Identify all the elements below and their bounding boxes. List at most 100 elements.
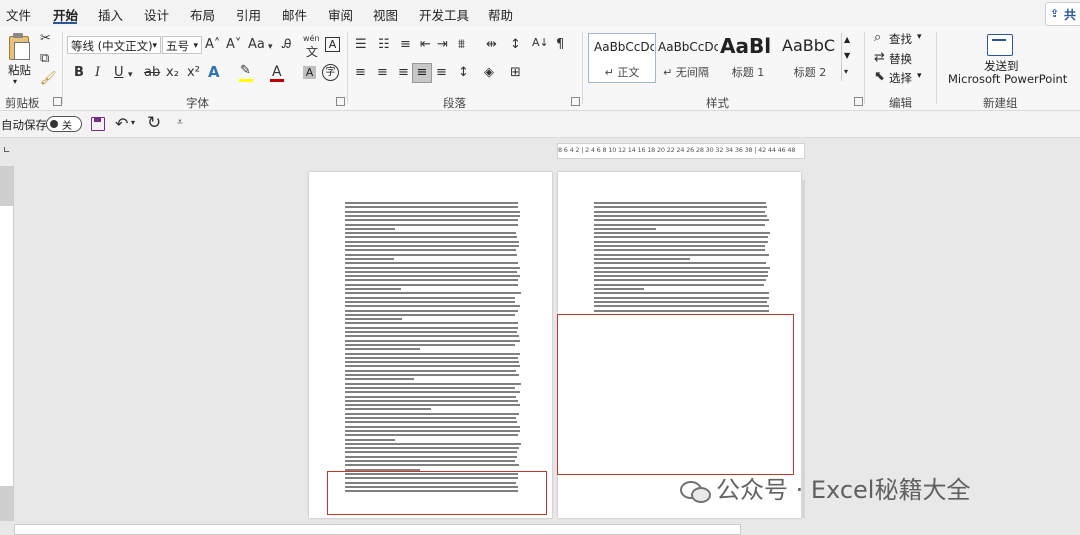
font-family-select[interactable]: 等线 (中文正文) ▾	[67, 36, 161, 54]
line-paragraph-spacing-icon[interactable]: ↕	[458, 66, 469, 80]
increase-indent-icon[interactable]: ⇥	[437, 38, 448, 52]
find-icon[interactable]: ⌕	[874, 31, 881, 45]
find-button[interactable]: 查找	[889, 31, 912, 47]
select-button[interactable]: 选择	[889, 70, 912, 86]
asian-layout-icon[interactable]: ⇹	[486, 38, 497, 52]
char-border-icon[interactable]: A	[325, 37, 340, 52]
highlight-box-page-1	[327, 471, 547, 515]
font-color-icon[interactable]: A	[272, 65, 282, 79]
cut-icon[interactable]: ✂	[40, 32, 51, 46]
line-spacing-icon[interactable]: ↕	[510, 38, 521, 52]
underline-icon[interactable]: U	[114, 66, 124, 80]
style-normal[interactable]: AaBbCcDc ↵ 正文	[590, 34, 654, 80]
horizontal-scrollbar[interactable]	[14, 524, 741, 535]
text-effects-icon[interactable]: A	[208, 65, 220, 80]
select-dropdown-icon[interactable]: ▾	[917, 71, 922, 81]
numbering-icon[interactable]: ☷	[378, 38, 390, 52]
decrease-indent-icon[interactable]: ⇤	[420, 38, 431, 52]
text-line	[594, 253, 769, 256]
underline-dropdown-icon[interactable]: ▾	[128, 68, 133, 82]
share-button[interactable]: ⇪ 共	[1045, 2, 1080, 26]
customize-qat-icon[interactable]: ⩡	[177, 117, 183, 128]
paste-button[interactable]: 粘贴	[8, 62, 31, 78]
styles-launcher-icon[interactable]	[854, 97, 863, 106]
bold-icon[interactable]: B	[74, 66, 84, 80]
highlight-icon[interactable]: ✎	[240, 64, 251, 78]
tab-selector-icon[interactable]: ∟	[3, 146, 11, 156]
document-page-1[interactable]	[309, 172, 552, 518]
chinese-layout-icon[interactable]: ⩩	[458, 38, 465, 52]
text-line	[345, 395, 516, 398]
tab-mailings[interactable]: 邮件	[282, 5, 307, 24]
find-dropdown-icon[interactable]: ▾	[917, 32, 922, 42]
autosave-toggle[interactable]: 关	[46, 116, 82, 132]
align-center-icon[interactable]: ≡	[377, 66, 388, 80]
tab-design[interactable]: 设计	[144, 5, 169, 24]
font-launcher-icon[interactable]	[336, 97, 345, 106]
bullets-icon[interactable]: ☰	[355, 38, 367, 52]
change-case-dropdown-icon[interactable]: ▾	[268, 40, 273, 54]
clipboard-launcher-icon[interactable]	[53, 97, 62, 106]
text-line	[594, 300, 767, 303]
select-icon[interactable]: ⬉	[874, 70, 885, 84]
sort-icon[interactable]: A↓	[532, 36, 549, 50]
align-right-icon[interactable]: ≡	[398, 66, 409, 80]
paragraph-launcher-icon[interactable]	[571, 97, 580, 106]
subscript-icon[interactable]: x₂	[166, 66, 179, 80]
style-heading-1[interactable]: AaBl 标题 1	[716, 34, 780, 80]
change-case-icon[interactable]: Aa	[248, 38, 265, 52]
style-heading-2[interactable]: AaBbC 标题 2	[778, 34, 842, 80]
font-size-select[interactable]: 五号 ▾	[162, 36, 202, 54]
tab-layout[interactable]: 布局	[190, 5, 215, 24]
tab-review[interactable]: 审阅	[328, 5, 353, 24]
tab-references[interactable]: 引用	[236, 5, 261, 24]
clear-formatting-icon[interactable]: Ꭿ	[282, 38, 291, 52]
strikethrough-icon[interactable]: ab	[144, 66, 160, 80]
font-group-label: 字体	[186, 96, 209, 110]
shrink-font-icon[interactable]: A˅	[226, 38, 241, 52]
borders-icon[interactable]: ⊞	[510, 66, 521, 80]
text-line	[345, 202, 518, 204]
shading-icon[interactable]: ◈	[484, 66, 494, 80]
align-left-icon[interactable]: ≡	[355, 66, 366, 80]
show-marks-icon[interactable]: ¶	[556, 38, 564, 52]
send-to-ppt-label-2[interactable]: Microsoft PowerPoint	[948, 72, 1067, 86]
format-painter-icon[interactable]: 🖌	[40, 72, 57, 86]
paragraph-group-label: 段落	[443, 96, 466, 110]
text-line	[345, 253, 517, 256]
style-no-spacing[interactable]: AaBbCcDc ↵ 无间隔	[654, 34, 718, 80]
autosave-label: 自动保存	[1, 118, 47, 132]
text-line	[345, 339, 520, 342]
multilevel-list-icon[interactable]: ≡	[400, 38, 411, 52]
vertical-ruler[interactable]	[0, 166, 14, 521]
styles-more-icon[interactable]: ▾	[844, 67, 848, 76]
enclose-char-icon[interactable]: 字	[322, 64, 339, 81]
paste-icon[interactable]	[6, 32, 32, 60]
styles-down-icon[interactable]: ▼	[844, 51, 850, 60]
save-icon[interactable]	[91, 117, 105, 131]
replace-button[interactable]: 替换	[889, 51, 912, 67]
phonetic-guide-icon[interactable]: wén	[303, 34, 320, 43]
text-line	[345, 447, 519, 450]
tab-file[interactable]: 文件	[6, 5, 31, 24]
tab-insert[interactable]: 插入	[98, 5, 123, 24]
redo-icon[interactable]: ↻	[147, 113, 161, 133]
text-line	[345, 309, 518, 312]
undo-dropdown-icon[interactable]: ▾	[131, 118, 135, 127]
horizontal-ruler[interactable]: 8 6 4 2 | 2 4 6 8 10 12 14 16 18 20 22 2…	[557, 143, 805, 159]
undo-icon[interactable]: ↶	[115, 114, 128, 133]
char-shading-icon[interactable]: A	[303, 66, 316, 79]
tab-developer[interactable]: 开发工具	[419, 5, 469, 24]
distributed-icon[interactable]: ≡	[436, 66, 447, 80]
superscript-icon[interactable]: x²	[187, 66, 200, 80]
styles-up-icon[interactable]: ▲	[844, 35, 850, 44]
replace-icon[interactable]: ⇄	[874, 51, 885, 65]
grow-font-icon[interactable]: A˄	[205, 38, 220, 52]
italic-icon[interactable]: I	[95, 66, 100, 80]
send-to-powerpoint-icon[interactable]	[987, 34, 1013, 56]
paste-dropdown-icon[interactable]: ▾	[13, 77, 17, 86]
justify-icon[interactable]: ≡	[412, 63, 432, 83]
tab-help[interactable]: 帮助	[488, 5, 513, 24]
tab-view[interactable]: 视图	[373, 5, 398, 24]
copy-icon[interactable]: ⧉	[40, 52, 49, 66]
